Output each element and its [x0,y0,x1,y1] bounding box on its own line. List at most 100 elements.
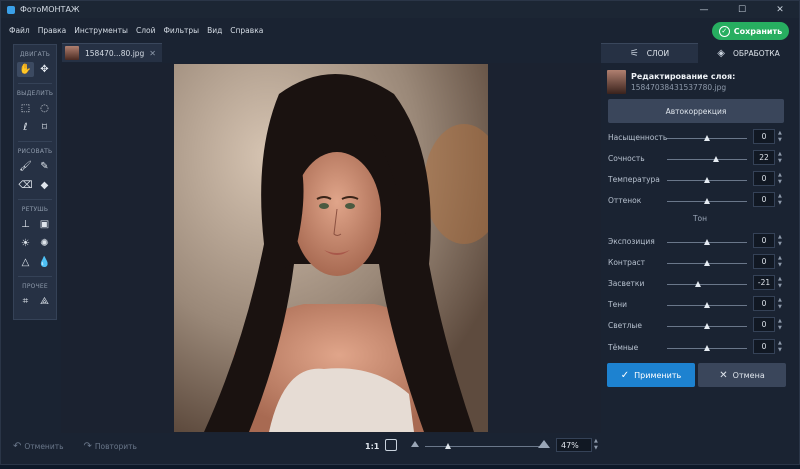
slider-track[interactable] [667,345,747,351]
title-bar: ФотоМОНТАЖ — ☐ ✕ [1,1,799,18]
document-tab[interactable]: 158470...80.jpg ✕ [62,43,162,62]
menu-view[interactable]: Вид [207,26,222,35]
crop-icon[interactable]: ⌗ [17,294,34,309]
fill-bucket-icon[interactable]: ◆ [36,178,53,193]
slider-thumb[interactable] [712,156,719,162]
slider-track[interactable] [667,323,747,329]
slider-value-field[interactable]: 0 [753,254,775,269]
autocorrect-button[interactable]: Автокоррекция [608,99,784,123]
menu-tools[interactable]: Инструменты [74,26,128,35]
slider-row: Тени 0 ▲ ▼ [608,296,788,312]
slider-thumb[interactable] [704,260,710,266]
pencil-icon[interactable]: ✎ [36,159,53,174]
move-tool-icon[interactable]: ✥ [36,62,53,77]
slider-value-field[interactable]: 0 [753,233,775,248]
slider-track[interactable] [667,281,747,287]
slider-track[interactable] [667,198,747,204]
slider-thumb[interactable] [704,345,710,351]
spinner-icon[interactable]: ▲ ▼ [778,318,782,332]
menu-help[interactable]: Справка [230,26,263,35]
sharpen-icon[interactable]: △ [17,255,34,270]
slider-thumb[interactable] [704,239,710,245]
slider-track[interactable] [667,302,747,308]
check-icon: ✓ [620,369,630,381]
photo-canvas[interactable] [174,64,488,432]
tool-group-move-label: ДВИГАТЬ [19,51,51,58]
ellipse-select-icon[interactable]: ◌ [36,101,53,116]
minimize-button[interactable]: — [685,1,723,18]
slider-value-field[interactable]: 0 [753,317,775,332]
zoom-out-icon[interactable] [411,441,419,447]
adjustments-panel: ⚟ СЛОИ ◈ ОБРАБОТКА Редактирование слоя: … [601,43,799,464]
slider-track[interactable] [667,177,747,183]
layer-thumbnail [607,70,626,94]
divider [18,141,52,142]
zoom-in-icon[interactable] [538,440,550,448]
slider-thumb[interactable] [704,135,710,141]
close-tab-icon[interactable]: ✕ [149,49,156,58]
zoom-slider[interactable] [425,443,540,449]
spinner-icon[interactable]: ▲ ▼ [778,340,782,354]
slider-thumb[interactable] [704,177,710,183]
slider-row: Экспозиция 0 ▲ ▼ [608,233,788,249]
slider-value-field[interactable]: 0 [753,129,775,144]
slider-thumb[interactable] [704,198,710,204]
menu-layer[interactable]: Слой [136,26,156,35]
burn-icon[interactable]: ✺ [36,236,53,251]
cancel-button[interactable]: ✕ Отмена [698,363,786,387]
slider-thumb[interactable] [704,302,710,308]
tab-processing-label: ОБРАБОТКА [732,48,780,58]
tab-processing[interactable]: ◈ ОБРАБОТКА [700,43,797,63]
eraser-icon[interactable]: ⌫ [17,178,34,193]
lasso-icon[interactable]: ℓ [17,120,34,135]
slider-track[interactable] [667,156,747,162]
brush-icon[interactable]: 🖌 [17,159,34,174]
menu-file[interactable]: Файл [9,26,30,35]
undo-button[interactable]: ↶ Отменить [13,441,64,452]
spinner-icon[interactable]: ▲ ▼ [778,255,782,269]
close-button[interactable]: ✕ [761,1,799,18]
save-button[interactable]: ✓ Сохранить [712,22,789,40]
hand-tool-icon[interactable]: ✋ [17,62,34,77]
slider-row: Засветки -21 ▲ ▼ [608,275,788,291]
spinner-icon[interactable]: ▲ ▼ [778,130,782,144]
slider-value-field[interactable]: -21 [753,275,775,290]
blur-icon[interactable]: 💧 [36,255,53,270]
slider-label: Экспозиция [608,236,655,246]
zoom-slider-thumb[interactable] [445,443,451,449]
slider-value-field[interactable]: 0 [753,296,775,311]
spinner-icon[interactable]: ▲ ▼ [778,172,782,186]
zoom-spinner-icon[interactable]: ▲ ▼ [594,438,598,452]
apply-button[interactable]: ✓ Применить [607,363,695,387]
dodge-icon[interactable]: ☀ [17,236,34,251]
divider [18,83,52,84]
slider-track[interactable] [667,260,747,266]
slider-value-field[interactable]: 22 [753,150,775,165]
fit-screen-icon[interactable] [385,439,397,451]
spinner-icon[interactable]: ▲ ▼ [778,297,782,311]
polygon-lasso-icon[interactable]: ⌑ [36,120,53,135]
menu-edit[interactable]: Правка [38,26,67,35]
shapes-icon[interactable]: ⟁ [36,294,53,309]
actual-size-button[interactable]: 1:1 [365,442,379,451]
menu-filters[interactable]: Фильтры [163,26,199,35]
slider-track[interactable] [667,135,747,141]
slider-value-field[interactable]: 0 [753,339,775,354]
spinner-icon[interactable]: ▲ ▼ [778,151,782,165]
zoom-value-field[interactable]: 47% [556,438,592,452]
rect-select-icon[interactable]: ⬚ [17,101,34,116]
spinner-icon[interactable]: ▲ ▼ [778,276,782,290]
slider-thumb[interactable] [704,323,710,329]
stamp-icon[interactable]: ⊥ [17,217,34,232]
slider-thumb[interactable] [695,281,702,287]
slider-track[interactable] [667,239,747,245]
redo-button[interactable]: ↷ Повторить [84,441,137,452]
slider-value-field[interactable]: 0 [753,192,775,207]
maximize-button[interactable]: ☐ [723,1,761,18]
spinner-icon[interactable]: ▲ ▼ [778,234,782,248]
slider-value-field[interactable]: 0 [753,171,775,186]
slider-label: Тени [608,299,627,309]
tab-layers[interactable]: ⚟ СЛОИ [601,43,698,63]
spinner-icon[interactable]: ▲ ▼ [778,193,782,207]
patch-icon[interactable]: ▣ [36,217,53,232]
